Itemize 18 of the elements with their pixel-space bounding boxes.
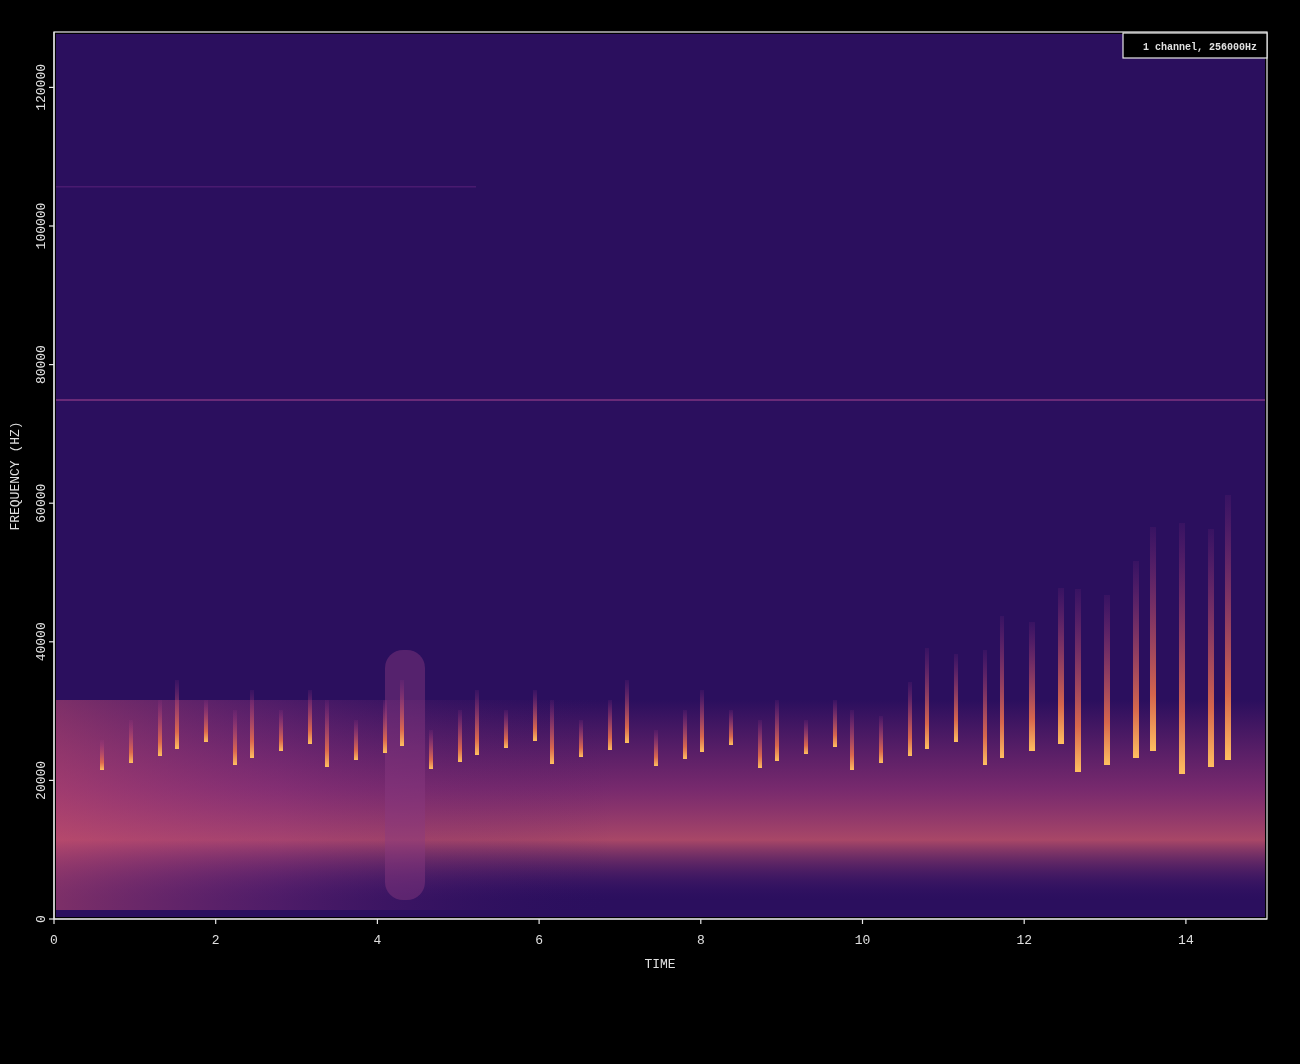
- y-tick-label: 0: [34, 915, 49, 923]
- y-tick-label: 100000: [34, 202, 49, 250]
- legend-text: 1 channel, 256000Hz: [1143, 42, 1257, 53]
- x-tick-label: 8: [696, 933, 705, 948]
- x-tick-label: 4: [373, 933, 382, 948]
- y-tick-label: 20000: [34, 760, 49, 800]
- x-tick-label: 12: [1016, 933, 1032, 948]
- y-axis-title: FREQUENCY (HZ): [8, 421, 23, 531]
- x-tick-label: 10: [854, 933, 871, 948]
- y-tick-label: 80000: [34, 345, 49, 385]
- x-tick-label: 14: [1178, 933, 1194, 948]
- x-axis-title: TIME: [644, 957, 676, 972]
- x-tick-label: 2: [211, 933, 220, 948]
- x-tick-label: 6: [535, 933, 543, 948]
- y-tick-label: 40000: [34, 622, 49, 662]
- x-tick-label: 0: [50, 933, 58, 948]
- y-tick-label: 120000: [34, 64, 49, 111]
- y-tick-label: 60000: [34, 483, 49, 523]
